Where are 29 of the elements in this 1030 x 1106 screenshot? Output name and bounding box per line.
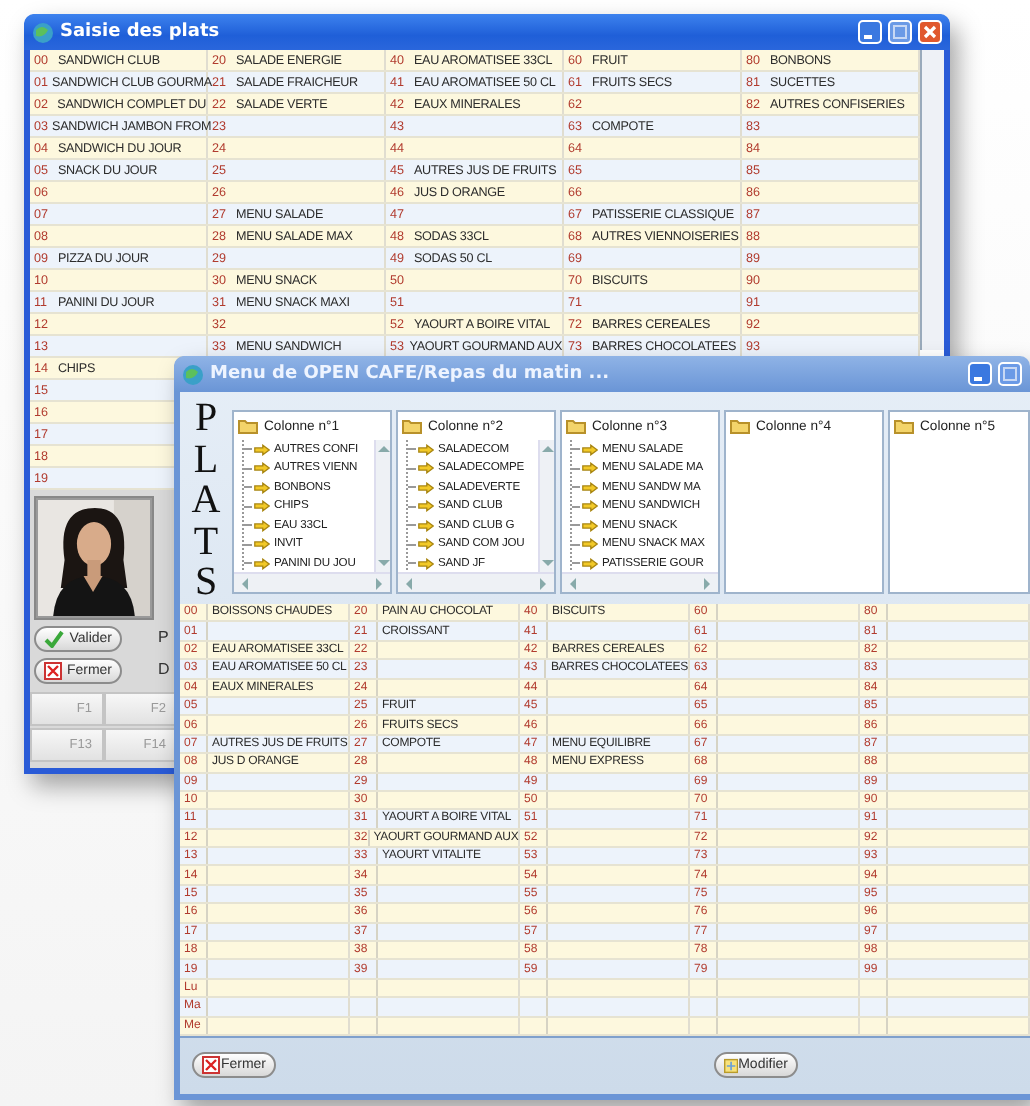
vertical-scrollbar[interactable] [920, 50, 944, 350]
app-icon [32, 21, 54, 43]
minimize-button[interactable] [968, 362, 992, 386]
folder-icon [402, 418, 422, 434]
horizontal-scrollbar[interactable] [562, 572, 718, 592]
app-icon [182, 363, 204, 385]
horizontal-scrollbar[interactable] [398, 572, 554, 592]
folder-icon [730, 418, 750, 434]
horizontal-scrollbar[interactable] [234, 572, 390, 592]
minimize-button[interactable] [858, 20, 882, 44]
field-label: P [158, 626, 170, 648]
check-icon [44, 630, 64, 648]
folder-icon [566, 418, 586, 434]
close-icon [202, 1056, 220, 1075]
window-title: Menu de OPEN CAFE/Repas du matin ... [210, 364, 612, 384]
maximize-button[interactable] [888, 20, 912, 44]
window-title: Saisie des plats [60, 22, 222, 42]
field-label: D [158, 658, 170, 680]
close-icon [44, 662, 62, 680]
close-button[interactable] [918, 20, 942, 44]
title-letter: P [194, 398, 218, 439]
title-letter: S [194, 562, 218, 603]
note-icon [724, 1055, 739, 1076]
title-letter: A [191, 480, 221, 521]
title-letter: L [193, 439, 219, 480]
folder-icon [238, 418, 258, 434]
folder-icon [894, 418, 914, 434]
maximize-button[interactable] [998, 362, 1022, 386]
title-letter: T [193, 521, 219, 562]
